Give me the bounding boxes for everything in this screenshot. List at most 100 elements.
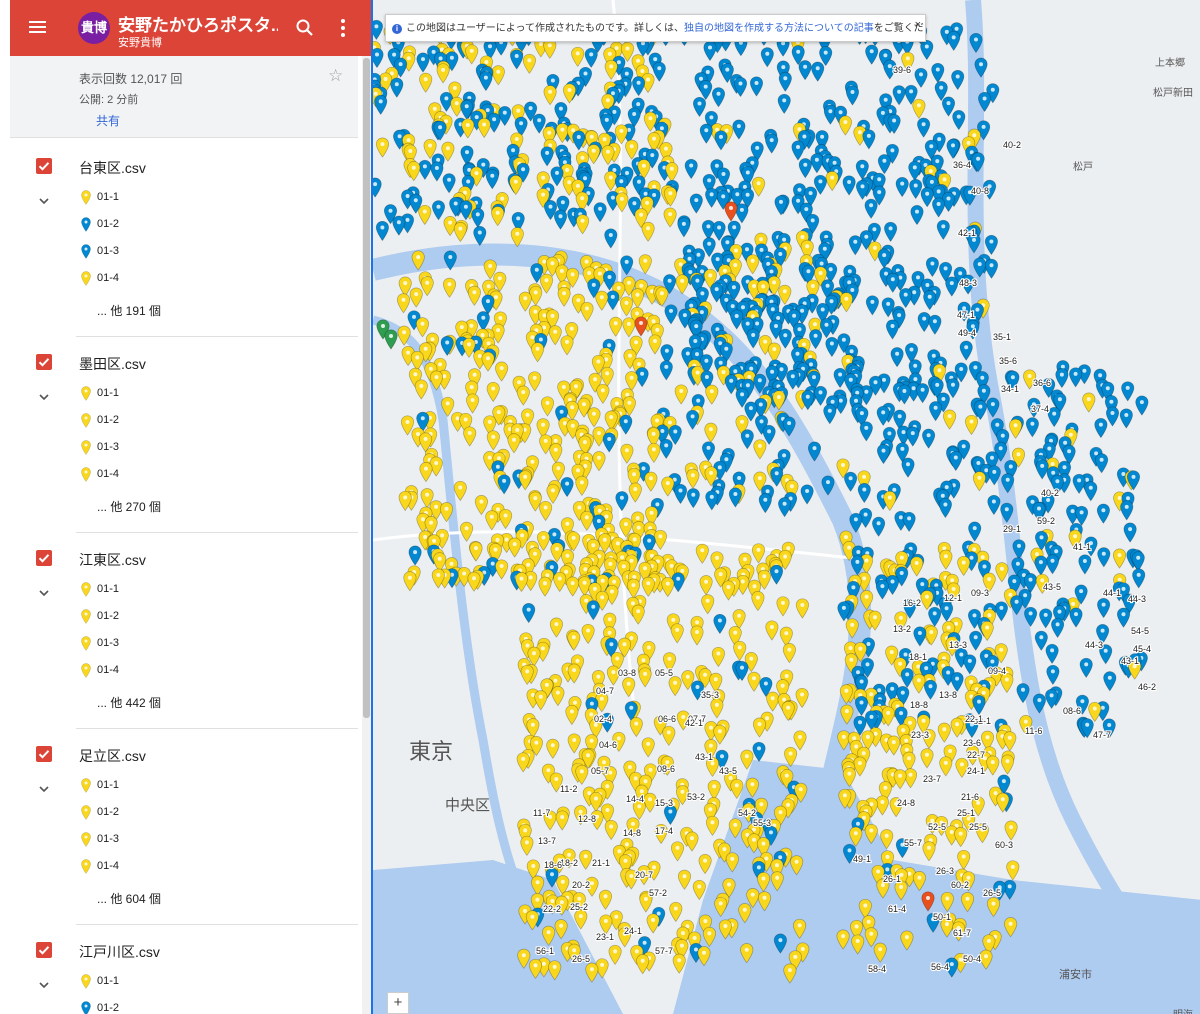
chevron-down-icon[interactable] [38, 586, 50, 598]
marker-label: 11-7 [533, 808, 550, 818]
place-label: 松戸 [1073, 162, 1093, 173]
place-label: 松戸新田 [1153, 88, 1193, 99]
more-features-link[interactable]: ... 他 270 個 [97, 498, 161, 515]
map-canvas[interactable]: 39-6 40-2 40-8 42-1 36-4 48-3 47-1 49-4 35-1 35-6… [373, 0, 1200, 1014]
layer-name[interactable]: 江戸川区.csv [79, 942, 160, 962]
more-options-icon[interactable] [336, 16, 350, 40]
feature-item[interactable]: 01-4 [80, 661, 230, 681]
layer-checkbox[interactable] [36, 942, 52, 958]
marker-label: 18-2 [560, 858, 578, 868]
layer-divider [76, 924, 358, 925]
layer-name[interactable]: 江東区.csv [79, 550, 146, 570]
menu-icon[interactable] [28, 18, 48, 38]
more-features-link[interactable]: ... 他 442 個 [97, 694, 161, 711]
feature-label: 01-4 [97, 860, 120, 872]
chevron-down-icon[interactable] [38, 390, 50, 402]
feature-item[interactable]: 01-4 [80, 465, 230, 485]
feature-item[interactable]: 01-1 [80, 580, 230, 600]
feature-label: 01-3 [97, 441, 120, 453]
chevron-down-icon[interactable] [38, 782, 50, 794]
marker-label: 37-4 [1031, 404, 1049, 414]
marker-label: 11-2 [560, 784, 577, 794]
marker-label: 18-6 [544, 860, 562, 870]
layer-checkbox[interactable] [36, 158, 52, 174]
more-features-link[interactable]: ... 他 191 個 [97, 302, 161, 319]
star-icon[interactable]: ☆ [328, 67, 343, 84]
search-icon[interactable] [294, 17, 316, 39]
layer-checkbox[interactable] [36, 746, 52, 762]
marker-label: 22-1 [965, 714, 983, 724]
marker-label: 36-6 [1033, 378, 1051, 388]
share-link[interactable]: 共有 [96, 112, 120, 129]
marker-label: 42-1 [958, 228, 976, 238]
feature-item[interactable]: 01-2 [80, 999, 230, 1014]
feature-item[interactable]: 01-2 [80, 215, 230, 235]
close-icon[interactable]: × [915, 15, 921, 35]
marker-label: 35-1 [993, 332, 1011, 342]
marker-label: 14-4 [626, 794, 644, 804]
marker-label: 57-2 [649, 888, 667, 898]
marker-label: 40-2 [1003, 140, 1021, 150]
sidebar-scrollbar[interactable] [362, 56, 371, 1014]
marker-label: 02-4 [594, 714, 612, 724]
feature-item[interactable]: 01-2 [80, 803, 230, 823]
marker-label: 50-1 [933, 912, 951, 922]
marker-label: 16-2 [903, 598, 921, 608]
marker-label: 24-8 [897, 798, 915, 808]
layer-checkbox[interactable] [36, 550, 52, 566]
layer-name[interactable]: 墨田区.csv [79, 354, 146, 374]
map-title[interactable]: 安野たかひろポスタ... [118, 11, 278, 36]
feature-item[interactable]: 01-2 [80, 411, 230, 431]
marker-label: 23-1 [596, 932, 614, 942]
zoom-in-button[interactable]: + [387, 992, 409, 1014]
marker-label: 26-3 [936, 866, 954, 876]
feature-item[interactable]: 01-3 [80, 634, 230, 654]
marker-label: 34-1 [1001, 384, 1019, 394]
marker-label: 11-6 [1025, 726, 1042, 736]
marker-label: 56-4 [931, 962, 949, 972]
marker-label: 09-3 [971, 588, 989, 598]
layer-divider [76, 728, 358, 729]
marker-label: 21-6 [961, 792, 979, 802]
layer-name[interactable]: 台東区.csv [79, 158, 146, 178]
layer-checkbox[interactable] [36, 354, 52, 370]
marker-label: 50-4 [963, 954, 981, 964]
marker-label: 36-4 [953, 160, 971, 170]
feature-item[interactable]: 01-4 [80, 269, 230, 289]
scroll-thumb[interactable] [363, 58, 370, 718]
feature-item[interactable]: 01-1 [80, 188, 230, 208]
marker-label: 09-4 [988, 666, 1006, 676]
marker-label: 20-2 [572, 880, 590, 890]
feature-label: 01-4 [97, 468, 120, 480]
marker-label: 41-1 [1073, 542, 1091, 552]
chevron-down-icon[interactable] [38, 194, 50, 206]
marker-label: 23-7 [923, 774, 941, 784]
marker-label: 61-7 [953, 928, 971, 938]
chevron-down-icon[interactable] [38, 978, 50, 990]
layer-divider [76, 336, 358, 337]
feature-item[interactable]: 01-4 [80, 857, 230, 877]
marker-label: 13-8 [939, 690, 957, 700]
avatar[interactable]: 貴博 [78, 12, 110, 44]
map-owner[interactable]: 安野貴博 [118, 34, 162, 50]
feature-item[interactable]: 01-3 [80, 830, 230, 850]
feature-item[interactable]: 01-3 [80, 438, 230, 458]
marker-label: 57-7 [655, 946, 673, 956]
feature-item[interactable]: 01-3 [80, 242, 230, 262]
feature-item[interactable]: 01-1 [80, 776, 230, 796]
marker-label: 35-3 [701, 690, 719, 700]
feature-item[interactable]: 01-1 [80, 384, 230, 404]
marker-label: 60-3 [995, 840, 1013, 850]
layer-name[interactable]: 足立区.csv [79, 746, 146, 766]
feature-item[interactable]: 01-2 [80, 607, 230, 627]
feature-item[interactable]: 01-1 [80, 972, 230, 992]
feature-label: 01-1 [97, 387, 120, 399]
place-label: 明海 [1173, 1006, 1193, 1014]
map-view[interactable]: 39-6 40-2 40-8 42-1 36-4 48-3 47-1 49-4 35-1 35-6… [371, 0, 1200, 1014]
marker-label: 55-7 [904, 838, 922, 848]
notice-help-link[interactable]: 独自の地図を作成する方法についての記事 [684, 23, 874, 34]
info-icon: i [392, 24, 402, 34]
more-features-link[interactable]: ... 他 604 個 [97, 890, 161, 907]
feature-label: 01-3 [97, 637, 120, 649]
marker-label: 42-1 [685, 718, 703, 728]
